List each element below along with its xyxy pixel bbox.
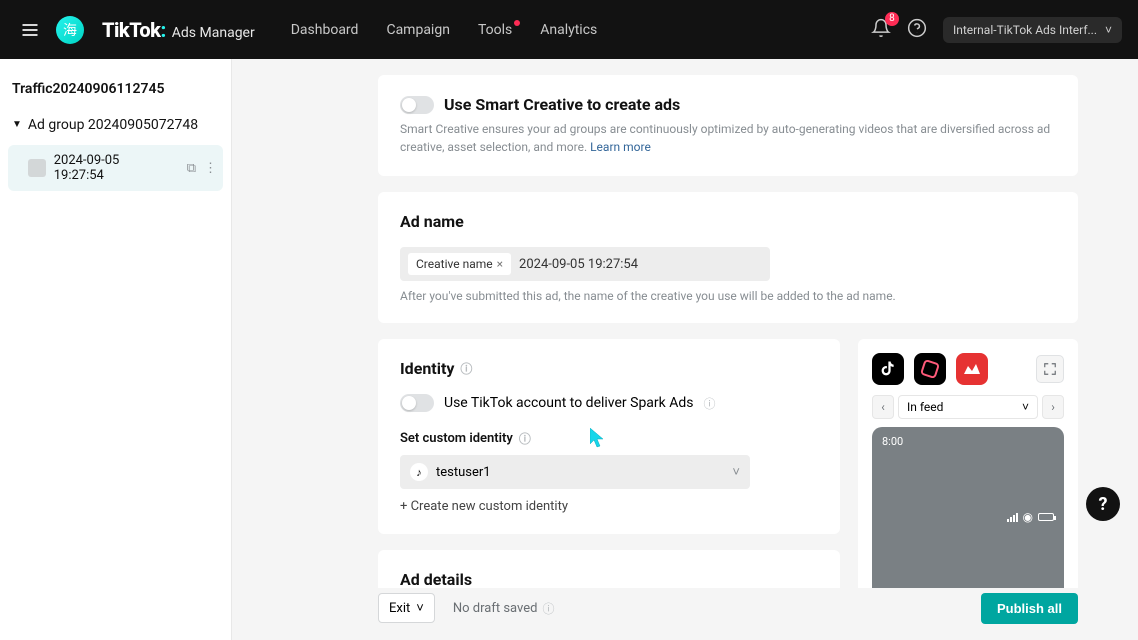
more-icon[interactable]: ⋮ — [204, 161, 217, 176]
draft-status: No draft saved ⓘ — [453, 600, 555, 617]
creative-name-chip: Creative name × — [408, 253, 511, 275]
identity-card: Identity ⓘ Use TikTok account to deliver… — [378, 339, 840, 534]
preview-tab-secondary[interactable] — [914, 353, 946, 385]
spark-ads-label: Use TikTok account to deliver Spark Ads — [444, 395, 693, 411]
ad-details-heading: Ad details — [400, 570, 818, 588]
battery-icon — [1038, 513, 1054, 521]
campaign-title[interactable]: Traffic20240906112745 — [8, 75, 223, 111]
brand-subtitle: Ads Manager — [172, 25, 255, 41]
ad-name-heading: Ad name — [400, 212, 1056, 231]
ad-name-input[interactable]: Creative name × 2024-09-05 19:27:54 — [400, 247, 770, 281]
ad-thumbnail-icon — [28, 159, 46, 177]
ad-name-value: 2024-09-05 19:27:54 — [519, 257, 638, 272]
notification-count: 8 — [885, 12, 899, 26]
account-label: Internal-TikTok Ads Interf... — [953, 23, 1097, 37]
notification-dot-icon — [514, 20, 520, 26]
phone-status-icons: ◉ — [1007, 435, 1054, 588]
chevron-down-icon: ˅ — [732, 464, 740, 480]
nav-dashboard[interactable]: Dashboard — [291, 22, 359, 38]
main-content: Use Smart Creative to create ads Smart C… — [232, 59, 1138, 588]
phone-time: 8:00 — [882, 435, 903, 588]
caret-down-icon: ▼ — [12, 119, 22, 130]
brand-logo: TikTok: — [102, 18, 166, 42]
nav-campaign[interactable]: Campaign — [386, 22, 449, 38]
preview-next-button[interactable]: › — [1042, 395, 1064, 419]
identity-heading: Identity — [400, 359, 454, 378]
spark-ads-toggle[interactable] — [400, 394, 434, 412]
placement-label: In feed — [907, 400, 943, 414]
nav-tools[interactable]: Tools — [478, 22, 512, 38]
preview-pane: ‹ In feed ˅ › 8:00 ◉ — [858, 339, 1078, 588]
identity-avatar-icon: ♪ — [410, 463, 428, 481]
smart-creative-title: Use Smart Creative to create ads — [444, 95, 680, 114]
help-icon[interactable] — [907, 18, 927, 42]
ad-name-note: After you've submitted this ad, the name… — [400, 289, 1056, 303]
user-avatar[interactable]: 海 — [56, 16, 84, 44]
custom-identity-select[interactable]: ♪ testuser1 ˅ — [400, 455, 750, 489]
chevron-down-icon: ˅ — [1105, 23, 1112, 37]
top-nav: 海 TikTok: Ads Manager Dashboard Campaign… — [0, 0, 1138, 59]
ad-item-row[interactable]: 2024-09-05 19:27:54 ⧉ ⋮ — [8, 145, 223, 191]
placement-select[interactable]: In feed ˅ — [898, 395, 1038, 419]
custom-identity-label: Set custom identity — [400, 431, 513, 446]
smart-creative-desc: Smart Creative ensures your ad groups ar… — [400, 120, 1056, 156]
nav-analytics[interactable]: Analytics — [540, 22, 597, 38]
info-icon[interactable]: ⓘ — [460, 360, 472, 377]
info-icon[interactable]: ⓘ — [519, 430, 531, 447]
phone-preview: 8:00 ◉ — [872, 427, 1064, 588]
signal-icon — [1007, 513, 1018, 522]
info-icon[interactable]: ⓘ — [703, 395, 715, 412]
learn-more-link[interactable]: Learn more — [590, 140, 651, 154]
chevron-down-icon: ˅ — [416, 600, 424, 616]
nav-links: Dashboard Campaign Tools Analytics — [291, 22, 598, 38]
preview-tab-tiktok[interactable] — [872, 353, 904, 385]
exit-button[interactable]: Exit ˅ — [378, 593, 435, 623]
menu-icon[interactable] — [16, 16, 44, 44]
preview-prev-button[interactable]: ‹ — [872, 395, 894, 419]
smart-creative-toggle[interactable] — [400, 96, 434, 114]
copy-icon[interactable]: ⧉ — [187, 161, 196, 176]
footer-bar: Exit ˅ No draft saved ⓘ Publish all — [232, 588, 1138, 628]
ad-name-card: Ad name Creative name × 2024-09-05 19:27… — [378, 192, 1078, 323]
identity-selected: testuser1 — [436, 465, 491, 480]
preview-tab-third[interactable] — [956, 353, 988, 385]
ad-item-label: 2024-09-05 19:27:54 — [54, 153, 171, 183]
account-picker[interactable]: Internal-TikTok Ads Interf... ˅ — [943, 17, 1122, 43]
adgroup-row[interactable]: ▼ Ad group 20240905072748 — [8, 111, 223, 139]
brand: TikTok: Ads Manager — [102, 18, 255, 42]
smart-creative-card: Use Smart Creative to create ads Smart C… — [378, 75, 1078, 176]
info-icon[interactable]: ⓘ — [542, 600, 554, 617]
wifi-icon: ◉ — [1023, 510, 1033, 524]
chip-remove-icon[interactable]: × — [497, 257, 503, 271]
expand-icon[interactable] — [1036, 355, 1064, 383]
sidebar: Traffic20240906112745 ▼ Ad group 2024090… — [0, 59, 232, 640]
create-identity-link[interactable]: + Create new custom identity — [400, 499, 818, 514]
adgroup-label: Ad group 20240905072748 — [28, 117, 198, 133]
publish-all-button[interactable]: Publish all — [981, 593, 1078, 624]
ad-details-card: Ad details — [378, 550, 840, 588]
chevron-down-icon: ˅ — [1022, 400, 1029, 414]
help-fab[interactable]: ? — [1086, 487, 1120, 521]
notifications-button[interactable]: 8 — [871, 18, 891, 42]
